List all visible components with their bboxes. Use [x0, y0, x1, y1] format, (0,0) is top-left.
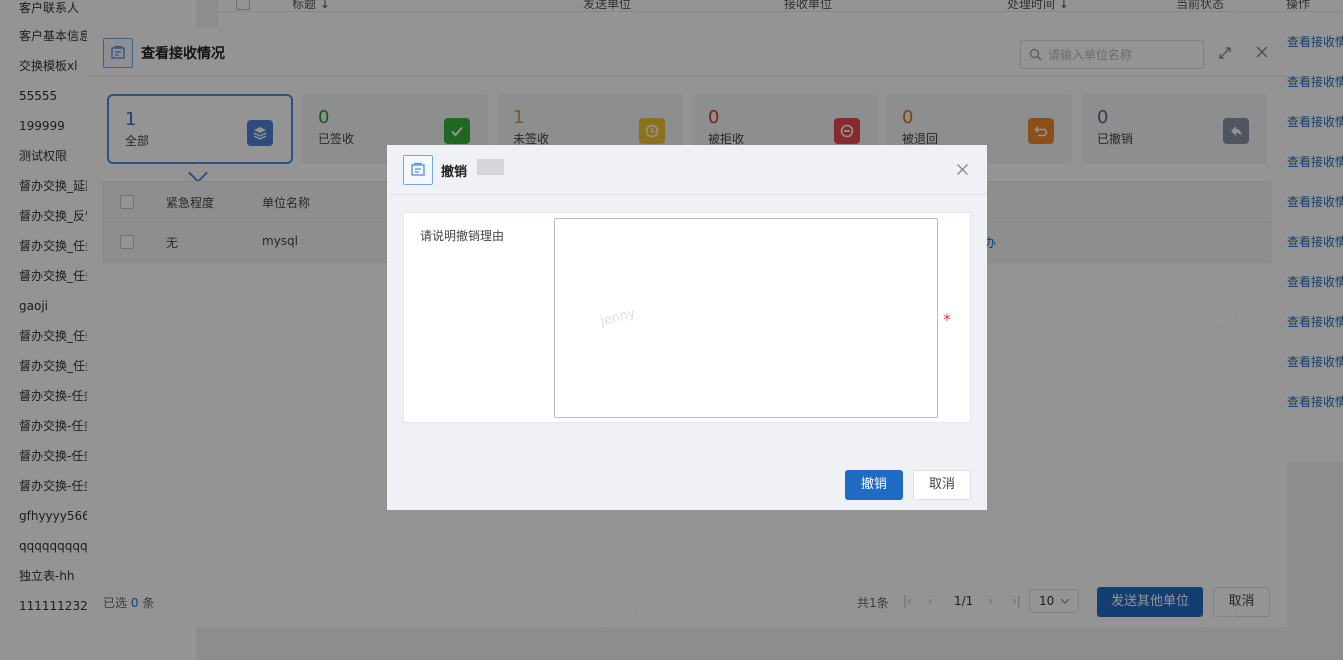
reason-textarea[interactable]: [554, 218, 938, 418]
confirm-revoke-button[interactable]: 撤销: [845, 470, 903, 500]
dialog-title: 撤销: [441, 165, 468, 180]
document-icon: [403, 155, 433, 185]
redacted-text: [477, 159, 504, 175]
revoke-form: 请说明撤销理由 *: [403, 212, 971, 423]
close-icon[interactable]: [956, 163, 969, 176]
required-mark: *: [943, 310, 951, 329]
revoke-dialog: 撤销 请说明撤销理由 * 撤销 取消: [387, 145, 987, 510]
dialog-header: 撤销: [387, 145, 987, 195]
reason-label: 请说明撤销理由: [420, 229, 505, 243]
cancel-button[interactable]: 取消: [913, 470, 971, 500]
